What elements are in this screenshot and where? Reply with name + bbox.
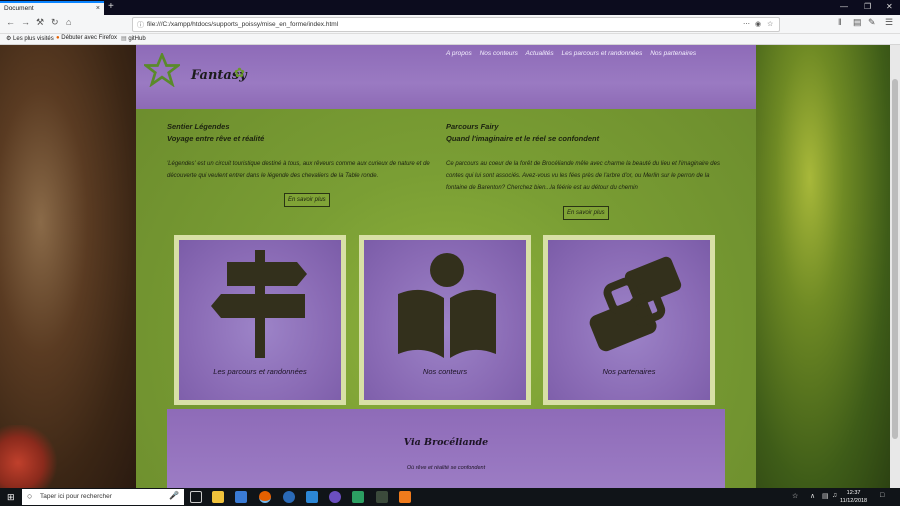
- url-bar[interactable]: ⓘ file:///C:/xampp/htdocs/supports_poiss…: [132, 17, 780, 32]
- tab-title: Document: [4, 5, 34, 12]
- store-icon[interactable]: [235, 491, 247, 503]
- app-icon-green[interactable]: [352, 491, 364, 503]
- bookmark-star-icon[interactable]: ☆: [767, 20, 773, 28]
- microphone-icon[interactable]: 🎤: [169, 491, 179, 500]
- bookmark-github[interactable]: ▤ gitHub: [121, 35, 146, 42]
- task-view-icon[interactable]: [190, 491, 202, 503]
- section-title: Parcours Fairy: [446, 122, 499, 131]
- nav-parcours[interactable]: Les parcours et randonnées: [561, 50, 642, 57]
- main-container: Fantasy ✿ A propos Nos conteurs Actualit…: [136, 45, 756, 488]
- url-text: file:///C:/xampp/htdocs/supports_poissy/…: [147, 21, 339, 28]
- forward-icon[interactable]: →: [21, 17, 30, 27]
- pocket-icon[interactable]: ◉: [755, 20, 761, 28]
- browser-titlebar: Document × + — ❐ ✕: [0, 0, 900, 15]
- page-actions-icon[interactable]: ⋯: [743, 20, 750, 28]
- background-tree-image: [0, 45, 136, 488]
- star-logo-icon[interactable]: [144, 53, 180, 87]
- card-conteurs[interactable]: Nos conteurs: [359, 235, 531, 405]
- leaf-icon: ✿: [234, 65, 245, 80]
- volume-icon[interactable]: ♫: [832, 492, 837, 499]
- nav-actualites[interactable]: Actualités: [525, 50, 553, 57]
- footer-banner: Via Brocéliande Où rêve et réalité se co…: [167, 409, 725, 488]
- page-scrollbar[interactable]: [890, 45, 900, 488]
- section-title: Sentier Légendes: [167, 122, 230, 131]
- learn-more-button-left[interactable]: En savoir plus: [284, 193, 330, 207]
- app-icon-purple[interactable]: [329, 491, 341, 503]
- tools-icon[interactable]: ⚒: [36, 17, 44, 28]
- scrollbar-thumb[interactable]: [892, 79, 898, 439]
- taskbar-search-input[interactable]: ○ Taper ici pour rechercher 🎤: [22, 489, 184, 505]
- card-partenaires[interactable]: Nos partenaires: [543, 235, 715, 405]
- sidebar-icon[interactable]: ▤: [853, 17, 862, 28]
- bookmark-most-visited[interactable]: ⚙ Les plus visités: [6, 35, 54, 42]
- section-parcours-fairy: Parcours Fairy Quand l'imaginaire et le …: [446, 122, 721, 194]
- nav-partenaires[interactable]: Nos partenaires: [650, 50, 696, 57]
- notifications-icon[interactable]: □: [880, 492, 884, 499]
- network-icon[interactable]: ▤: [822, 492, 829, 500]
- firefox-icon[interactable]: [259, 491, 271, 503]
- reload-icon[interactable]: ↻: [51, 17, 59, 28]
- eyedropper-icon[interactable]: ✎: [868, 17, 876, 28]
- section-text: 'Légendes' est un circuit touristique de…: [167, 161, 430, 179]
- nav-a-propos[interactable]: A propos: [446, 50, 472, 57]
- windows-start-icon[interactable]: ⊞: [7, 492, 15, 503]
- nav-conteurs[interactable]: Nos conteurs: [480, 50, 518, 57]
- home-icon[interactable]: ⌂: [66, 17, 71, 27]
- site-header: Fantasy ✿ A propos Nos conteurs Actualit…: [136, 45, 756, 109]
- close-tab-icon[interactable]: ×: [96, 5, 100, 12]
- people-icon[interactable]: ☆: [792, 492, 798, 500]
- menu-icon[interactable]: ☰: [885, 17, 893, 28]
- footer-subtitle: Où rêve et réalité se confondent: [406, 465, 486, 471]
- close-window-icon[interactable]: ✕: [886, 2, 893, 11]
- handshake-icon: [589, 256, 682, 352]
- cortana-icon: ○: [27, 491, 33, 501]
- new-tab-button[interactable]: +: [108, 1, 114, 13]
- file-explorer-icon[interactable]: [212, 491, 224, 503]
- firefox-dev-icon[interactable]: [283, 491, 295, 503]
- section-subtitle: Voyage entre rêve et réalité: [167, 134, 265, 143]
- clock-date: 11/12/2018: [840, 498, 868, 504]
- background-grass-image: [756, 45, 890, 488]
- section-text: Ce parcours au coeur de la forêt de Broc…: [446, 161, 720, 191]
- vscode-icon[interactable]: [306, 491, 318, 503]
- card-label: Les parcours et randonnées: [213, 367, 307, 376]
- section-sentier-legendes: Sentier Légendes Voyage entre rêve et ré…: [167, 122, 432, 182]
- tray-chevron-icon[interactable]: ∧: [810, 492, 815, 500]
- card-label: Nos partenaires: [602, 367, 656, 376]
- bookmark-getting-started[interactable]: ● Débuter avec Firefox: [56, 35, 117, 41]
- card-label: Nos conteurs: [422, 367, 468, 376]
- footer-title: Via Brocéliande: [403, 437, 489, 448]
- card-parcours[interactable]: Les parcours et randonnées: [174, 235, 346, 405]
- search-placeholder: Taper ici pour rechercher: [40, 493, 112, 500]
- back-icon[interactable]: ←: [6, 17, 15, 27]
- windows-taskbar: ⊞ ○ Taper ici pour rechercher 🎤 ☆ ∧ ▤ ♫ …: [0, 488, 900, 506]
- minimize-icon[interactable]: —: [840, 2, 848, 11]
- taskbar-clock[interactable]: 12:37 11/12/2018: [840, 489, 867, 505]
- browser-tab[interactable]: Document ×: [0, 1, 104, 15]
- section-subtitle: Quand l'imaginaire et le réel se confond…: [446, 134, 600, 143]
- app-icon-dark[interactable]: [376, 491, 388, 503]
- library-icon[interactable]: ‖: [838, 17, 842, 27]
- xampp-icon[interactable]: [399, 491, 411, 503]
- maximize-icon[interactable]: ❐: [864, 2, 871, 11]
- browser-toolbar: ← → ⚒ ↻ ⌂ ⓘ file:///C:/xampp/htdocs/supp…: [0, 15, 900, 34]
- main-nav: A propos Nos conteurs Actualités Les par…: [446, 50, 702, 57]
- reader-icon: [398, 253, 496, 358]
- signpost-icon: [211, 250, 307, 358]
- clock-time: 12:37: [846, 490, 861, 496]
- info-icon[interactable]: ⓘ: [137, 20, 144, 30]
- bookmarks-bar: ⚙ Les plus visités ● Débuter avec Firefo…: [0, 34, 900, 45]
- page-viewport: Fantasy ✿ A propos Nos conteurs Actualit…: [0, 45, 900, 488]
- learn-more-button-right[interactable]: En savoir plus: [563, 206, 609, 220]
